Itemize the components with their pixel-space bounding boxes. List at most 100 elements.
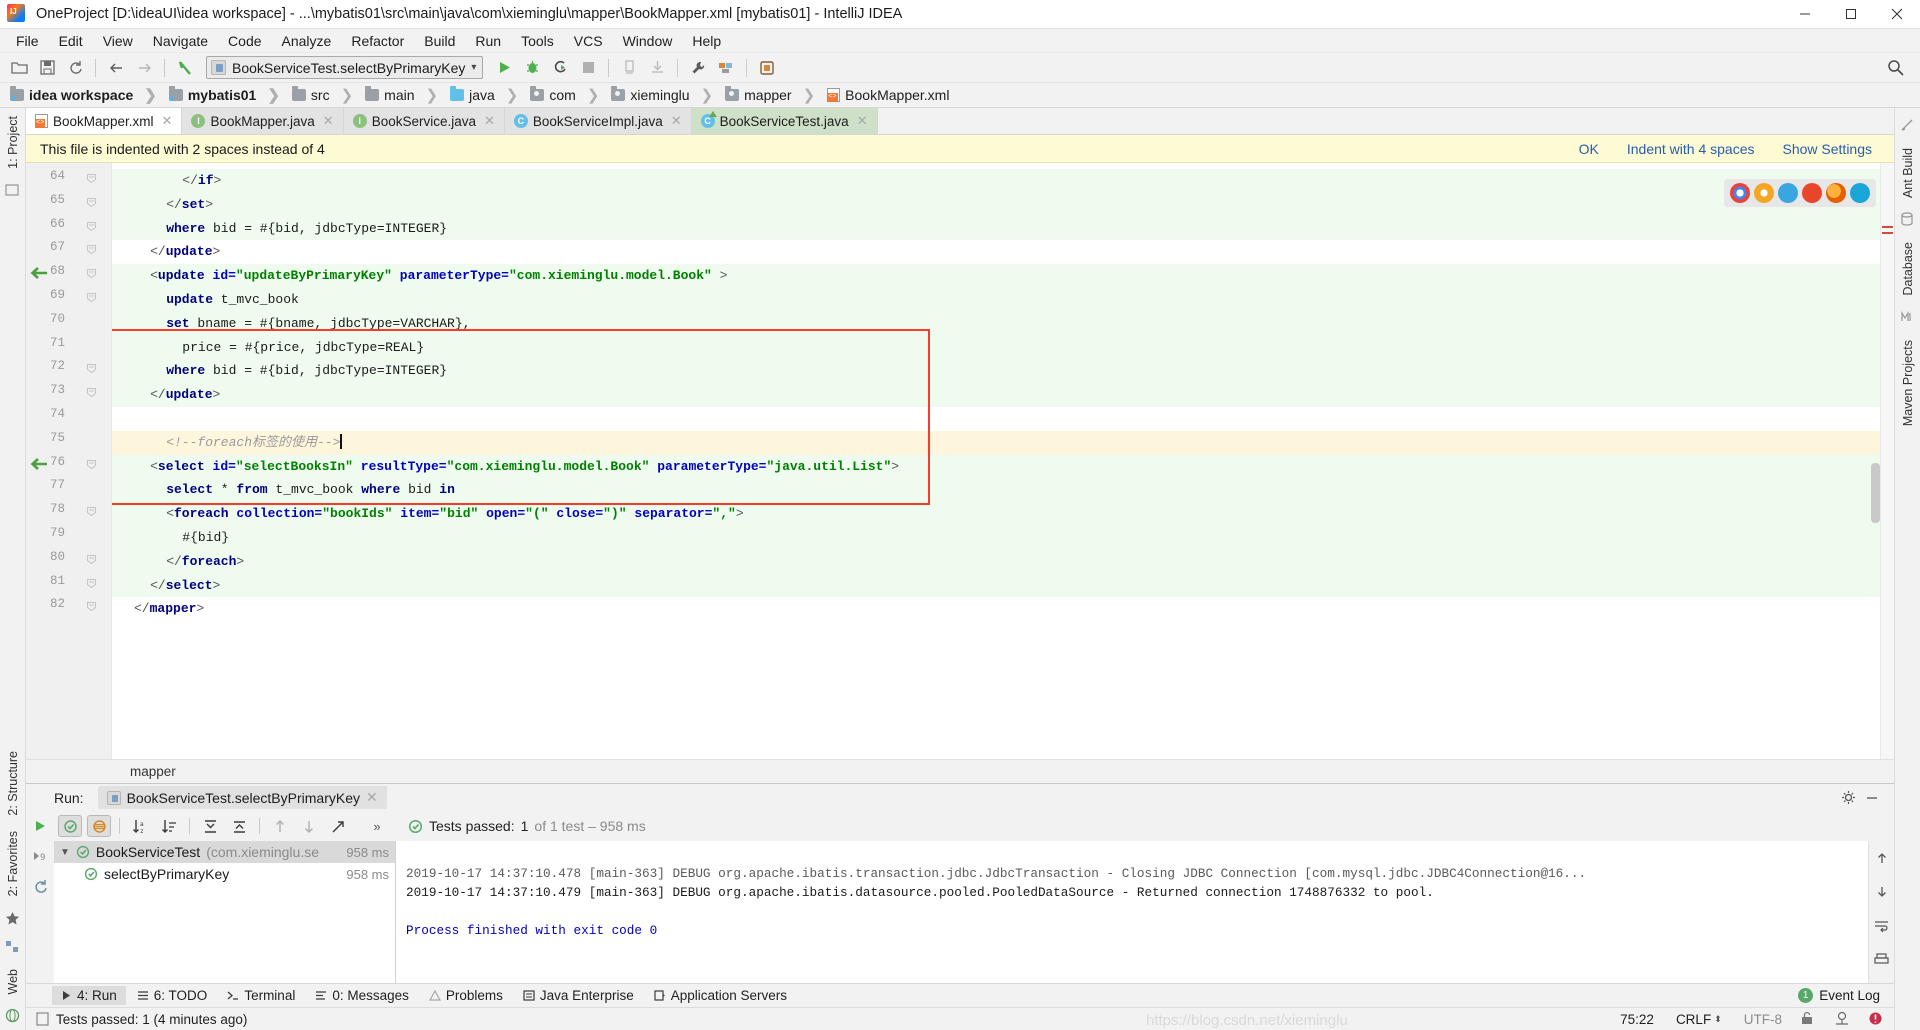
run-panel-tab[interactable]: BookServiceTest.selectByPrimaryKey ✕ bbox=[97, 786, 387, 809]
rerun-failed-icon[interactable]: 9 bbox=[28, 845, 52, 867]
run-configuration-selector[interactable]: BookServiceTest.selectByPrimaryKey ▾ bbox=[206, 56, 484, 79]
code-line[interactable]: #{bid} bbox=[112, 526, 1894, 550]
hide-panel-icon[interactable] bbox=[1860, 787, 1884, 809]
sort-alphabetically-icon[interactable]: az bbox=[128, 815, 152, 837]
rerun-icon[interactable] bbox=[28, 815, 52, 837]
close-icon[interactable]: ✕ bbox=[323, 113, 334, 129]
code-line[interactable]: </update> bbox=[112, 240, 1894, 264]
close-icon[interactable]: ✕ bbox=[366, 789, 378, 806]
code-fold-icon[interactable] bbox=[86, 506, 97, 517]
sdk-manager-icon[interactable] bbox=[754, 56, 780, 80]
code-line[interactable]: </select> bbox=[112, 573, 1894, 598]
code-line[interactable]: where bid = #{bid, jdbcType=INTEGER} bbox=[112, 216, 1894, 241]
breadcrumb-item-src[interactable]: src ❯ bbox=[288, 85, 361, 106]
code-line[interactable]: </if> bbox=[112, 169, 1894, 193]
editor-tab-bookservice-java[interactable]: I BookService.java ✕ bbox=[343, 108, 505, 134]
debug-icon[interactable] bbox=[519, 56, 545, 80]
code-fold-icon[interactable] bbox=[86, 363, 97, 374]
run-with-coverage-icon[interactable] bbox=[547, 56, 573, 80]
tool-window-tab-messages[interactable]: 0: Messages bbox=[306, 986, 418, 1005]
notification-settings-link[interactable]: Show Settings bbox=[1783, 141, 1873, 157]
code-fold-icon[interactable] bbox=[86, 459, 97, 470]
code-line[interactable]: <!--foreach标签的使用--> bbox=[112, 430, 1894, 455]
favorites-star-icon[interactable] bbox=[5, 911, 21, 927]
code-line[interactable] bbox=[112, 407, 1894, 431]
compile-icon[interactable] bbox=[172, 56, 198, 80]
code-fold-icon[interactable] bbox=[86, 197, 97, 208]
stop-icon[interactable] bbox=[575, 56, 601, 80]
chevron-down-icon[interactable]: ▼ bbox=[60, 847, 70, 858]
tool-window-tab-run[interactable]: 4: Run bbox=[52, 986, 126, 1005]
breadcrumb-item-xieminglu[interactable]: xieminglu ❯ bbox=[607, 85, 721, 106]
vcs-change-arrow-icon[interactable] bbox=[29, 455, 49, 477]
open-folder-icon[interactable] bbox=[6, 56, 32, 80]
more-icon[interactable]: » bbox=[365, 815, 389, 837]
sidebar-item-project[interactable]: 1: Project bbox=[2, 108, 24, 177]
editor-tab-bookmapper-xml[interactable]: BookMapper.xml ✕ bbox=[26, 108, 183, 134]
safari-icon[interactable] bbox=[1754, 183, 1774, 203]
back-arrow-icon[interactable] bbox=[103, 56, 129, 80]
settings-wrench-icon[interactable] bbox=[685, 56, 711, 80]
gear-icon[interactable] bbox=[1836, 787, 1860, 809]
print-icon[interactable] bbox=[1870, 949, 1894, 971]
test-tree-row-class[interactable]: ▼ BookServiceTest (com.xieminglu.se 958 … bbox=[54, 841, 395, 863]
opera-icon[interactable] bbox=[1802, 183, 1822, 203]
code-line[interactable]: </foreach> bbox=[112, 549, 1894, 574]
sidebar-item-structure[interactable]: 2: Structure bbox=[2, 743, 24, 824]
menu-vcs[interactable]: VCS bbox=[564, 31, 613, 51]
breadcrumb-item-java[interactable]: java ❯ bbox=[446, 85, 526, 106]
code-fold-icon[interactable] bbox=[86, 173, 97, 184]
notification-ok-link[interactable]: OK bbox=[1579, 141, 1599, 157]
run-console[interactable]: 2019-10-17 14:37:10.478 [main-363] DEBUG… bbox=[396, 841, 1868, 983]
breadcrumb-item-com[interactable]: com ❯ bbox=[526, 85, 607, 106]
menu-run[interactable]: Run bbox=[465, 31, 511, 51]
code-line[interactable]: where bid = #{bid, jdbcType=INTEGER} bbox=[112, 359, 1894, 384]
notification-icon[interactable] bbox=[1868, 1011, 1884, 1027]
editor-tab-bookserviceimpl-java[interactable]: C BookServiceImpl.java ✕ bbox=[504, 108, 692, 134]
code-line[interactable]: </set> bbox=[112, 192, 1894, 217]
notification-indent4-link[interactable]: Indent with 4 spaces bbox=[1627, 141, 1755, 157]
code-line[interactable]: price = #{price, jdbcType=REAL} bbox=[112, 335, 1894, 360]
editor-gutter[interactable]: 64 65 66 67 68 69 70 71 72 73 74 75 76 77 78 79 80 81 82 bbox=[26, 163, 112, 759]
maven-icon[interactable] bbox=[1900, 310, 1916, 326]
menu-navigate[interactable]: Navigate bbox=[143, 31, 218, 51]
editor[interactable]: 64 65 66 67 68 69 70 71 72 73 74 75 76 77 78 79 80 81 82 <… bbox=[26, 163, 1894, 759]
close-icon[interactable]: ✕ bbox=[857, 113, 868, 129]
test-result-tree[interactable]: ▼ BookServiceTest (com.xieminglu.se 958 … bbox=[54, 841, 396, 983]
menu-file[interactable]: File bbox=[6, 31, 49, 51]
firefox-icon[interactable] bbox=[1826, 183, 1846, 203]
menu-code[interactable]: Code bbox=[218, 31, 271, 51]
lock-icon[interactable] bbox=[1800, 1011, 1816, 1027]
caret-position[interactable]: 75:22 bbox=[1620, 1012, 1654, 1027]
forward-arrow-icon[interactable] bbox=[131, 56, 157, 80]
git-branch-icon[interactable] bbox=[1834, 1011, 1850, 1027]
ie-icon[interactable] bbox=[1778, 183, 1798, 203]
project-structure-icon[interactable] bbox=[713, 56, 739, 80]
sidebar-item-maven-projects[interactable]: Maven Projects bbox=[1897, 332, 1919, 434]
code-line[interactable]: <update id="updateByPrimaryKey" paramete… bbox=[112, 264, 1894, 288]
vcs-change-arrow-icon[interactable] bbox=[29, 264, 49, 286]
breadcrumb-item-file[interactable]: BookMapper.xml bbox=[823, 85, 957, 106]
breadcrumb-item-main[interactable]: main ❯ bbox=[361, 85, 446, 106]
next-test-icon[interactable] bbox=[297, 815, 321, 837]
event-log-button[interactable]: 1 Event Log bbox=[1798, 988, 1894, 1003]
scroll-up-icon[interactable] bbox=[1870, 847, 1894, 869]
menu-tools[interactable]: Tools bbox=[511, 31, 564, 51]
tool-window-tab-java-enterprise[interactable]: Java Enterprise bbox=[514, 986, 643, 1005]
code-fold-icon[interactable] bbox=[86, 221, 97, 232]
close-icon[interactable] bbox=[1874, 0, 1920, 29]
close-icon[interactable]: ✕ bbox=[484, 113, 495, 129]
tool-window-tab-problems[interactable]: Problems bbox=[420, 986, 512, 1005]
code-fold-icon[interactable] bbox=[86, 268, 97, 279]
database-icon[interactable] bbox=[1900, 212, 1916, 228]
line-separator[interactable]: CRLF bbox=[1676, 1012, 1711, 1027]
tool-window-tab-terminal[interactable]: Terminal bbox=[218, 986, 304, 1005]
code-line[interactable]: </update> bbox=[112, 383, 1894, 407]
sidebar-item-database[interactable]: Database bbox=[1897, 234, 1919, 304]
show-ignored-icon[interactable] bbox=[87, 815, 111, 837]
menu-edit[interactable]: Edit bbox=[49, 31, 93, 51]
menu-help[interactable]: Help bbox=[682, 31, 731, 51]
minimize-icon[interactable] bbox=[1782, 0, 1828, 29]
export-icon[interactable] bbox=[326, 815, 350, 837]
code-fold-icon[interactable] bbox=[86, 387, 97, 398]
